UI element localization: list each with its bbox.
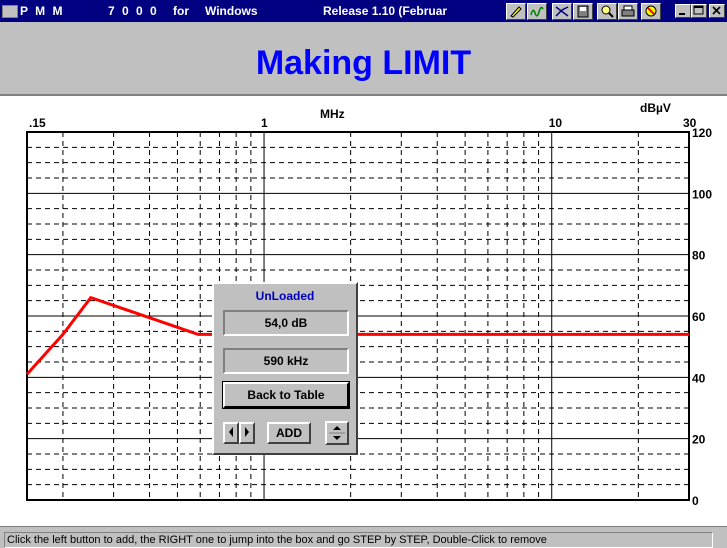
close-button[interactable] [709,4,725,18]
y-axis-unit: dBµV [640,101,671,115]
app-name: P M M [20,4,65,18]
maximize-button[interactable] [691,4,707,18]
app-version-number: 7 0 0 0 [108,4,159,18]
clear-icon[interactable] [641,3,661,20]
x-tick-labels: .15 1 10 30 [29,116,697,130]
back-to-table-button[interactable]: Back to Table [223,382,349,408]
y-tick-label: 120 [692,126,712,140]
level-spinner[interactable] [325,421,349,445]
plot-area[interactable]: MHz dBµV .15 1 10 30 120 100 80 60 40 20 0 [0,96,727,526]
arrow-right-icon [245,427,249,437]
signal-icon[interactable] [552,3,572,20]
y-tick-label: 60 [692,310,706,324]
x-tick-label: 1 [261,116,268,130]
y-tick-labels: 120 100 80 60 40 20 0 [692,126,712,508]
level-readout[interactable]: 54,0 dB [223,310,349,336]
step-right-button[interactable] [239,422,255,444]
y-tick-label: 20 [692,433,706,447]
x-tick-label: 10 [549,116,563,130]
panel-title: UnLoaded [255,289,315,303]
marker-panel[interactable]: UnLoaded 54,0 dB 590 kHz Back to Table A… [212,282,358,455]
arrow-left-icon [229,427,233,437]
zoom-icon[interactable] [597,3,617,20]
disk-icon[interactable] [573,3,593,20]
page-title: Making LIMIT [255,44,472,82]
spinner-arrows-icon [329,426,345,440]
release-label: Release 1.10 (Februar [323,4,448,18]
header: Making LIMIT [0,22,727,96]
app-platform-label: Windows [205,4,258,18]
pencil-icon[interactable] [506,3,526,20]
status-text: Click the left button to add, the RIGHT … [4,532,713,548]
status-bar: Click the left button to add, the RIGHT … [0,526,727,548]
app-for-label: for [173,4,189,18]
step-left-button[interactable] [223,422,239,444]
y-tick-label: 0 [692,494,699,508]
print-icon[interactable] [618,3,638,20]
y-tick-label: 100 [692,187,712,201]
limit-plot[interactable]: MHz dBµV .15 1 10 30 120100806040200 [0,96,727,526]
wave-icon[interactable] [527,3,547,20]
x-axis-unit: MHz [320,107,345,121]
title-bar: P M M 7 0 0 0 for Windows Release 1.10 (… [0,0,727,22]
add-button[interactable]: ADD [267,422,311,444]
limit-line[interactable] [25,295,689,376]
system-menu-icon[interactable] [2,5,18,18]
x-tick-label: .15 [29,116,46,130]
y-tick-label: 80 [692,249,706,263]
plot-grid [26,131,690,501]
y-tick-label: 40 [692,371,706,385]
minimize-button[interactable] [675,4,691,18]
frequency-readout[interactable]: 590 kHz [223,348,349,374]
